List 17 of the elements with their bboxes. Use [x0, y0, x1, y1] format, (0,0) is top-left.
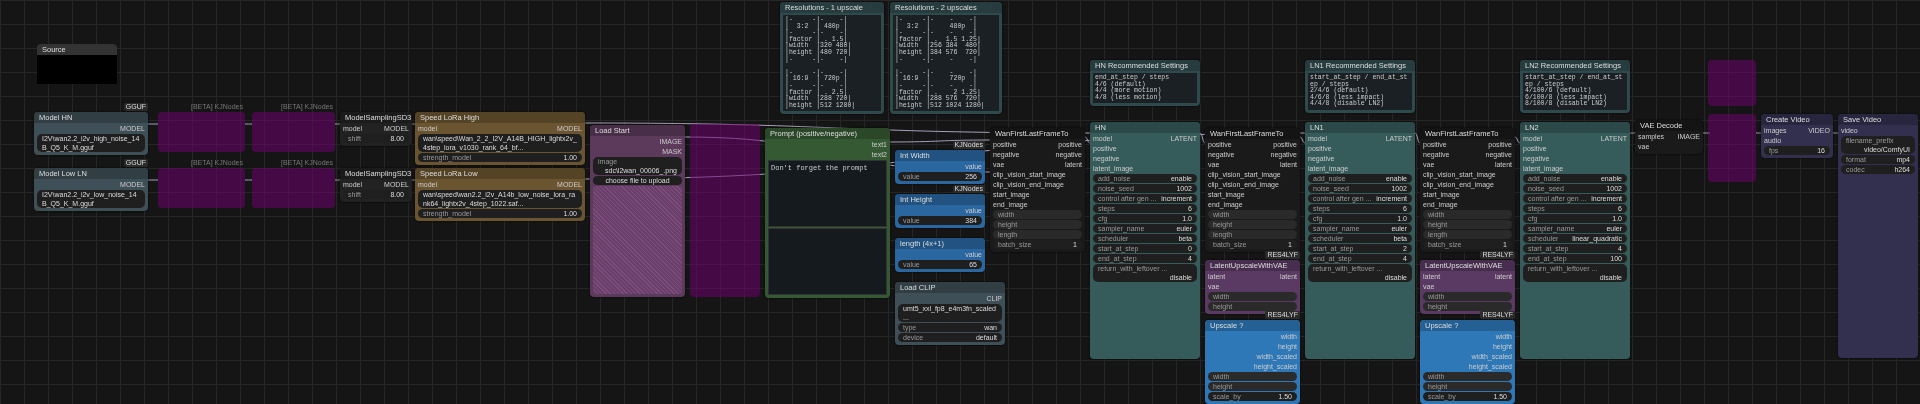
connection-wire [1514, 136, 1521, 144]
connection-wire [334, 123, 341, 125]
connection-wire [411, 123, 416, 125]
connection-wire [147, 123, 159, 125]
connection-wire [1755, 132, 1762, 134]
connection-wire [1832, 132, 1839, 134]
text-area[interactable] [768, 228, 887, 295]
connection-wire [1414, 132, 1421, 144]
connection-wire [244, 179, 253, 181]
connection-wire [1629, 132, 1636, 134]
bypassed-node [1708, 114, 1756, 182]
connection-wire [411, 179, 416, 181]
bypassed-node [1708, 60, 1756, 106]
connection-wire [334, 179, 341, 181]
connection-wire [1702, 132, 1711, 134]
connection-wire [147, 179, 159, 181]
connection-wire [244, 123, 253, 125]
